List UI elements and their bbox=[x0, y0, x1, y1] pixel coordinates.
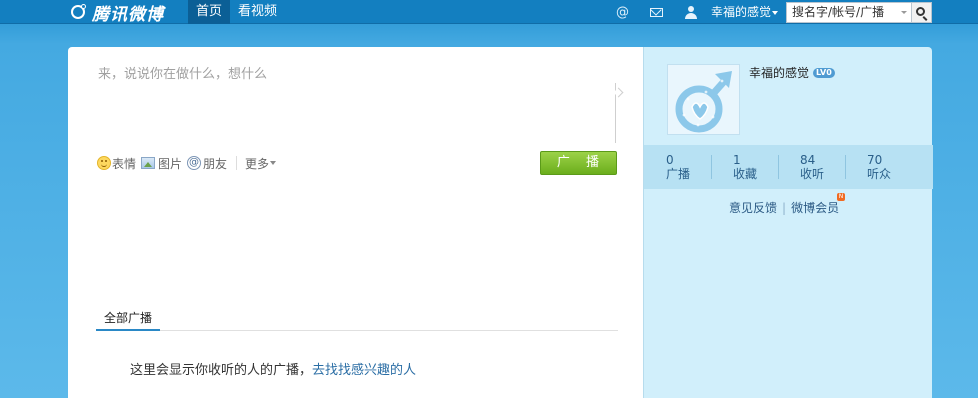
empty-feed-text: 这里会显示你收听的人的广播， bbox=[130, 363, 313, 378]
emotion-label: 表情 bbox=[112, 156, 137, 171]
feedback-link[interactable]: 意见反馈 bbox=[729, 199, 777, 216]
user-icon[interactable] bbox=[680, 0, 701, 24]
username-menu[interactable]: 幸福的感觉 bbox=[711, 0, 779, 24]
divider bbox=[236, 156, 238, 170]
more-label: 更多 bbox=[245, 156, 270, 171]
stat-followers[interactable]: 70 听众 bbox=[845, 145, 933, 189]
stat-favorites[interactable]: 1 收藏 bbox=[711, 145, 778, 189]
nav-watch-video[interactable]: 看视频 bbox=[230, 0, 285, 24]
compose-placeholder: 来，说说你在做什么，想什么 bbox=[98, 67, 268, 82]
stat-value: 1 bbox=[733, 153, 741, 167]
username-text: 幸福的感觉 bbox=[711, 5, 772, 19]
picture-tool[interactable]: 图片 bbox=[141, 155, 182, 172]
stat-value: 70 bbox=[867, 153, 883, 167]
empty-feed-message: 这里会显示你收听的人的广播，去找找感兴趣的人 bbox=[130, 359, 416, 378]
stat-value: 84 bbox=[800, 153, 816, 167]
avatar[interactable] bbox=[667, 64, 740, 135]
sidebar-links: 意见反馈 | 微博会员 bbox=[729, 199, 839, 216]
at-icon[interactable]: @ bbox=[612, 0, 633, 24]
friend-tool[interactable]: @ 朋友 bbox=[187, 155, 227, 172]
find-people-link[interactable]: 去找找感兴趣的人 bbox=[312, 363, 416, 378]
weibo-logo-icon bbox=[70, 3, 90, 21]
weibo-member-link[interactable]: 微博会员 bbox=[791, 199, 839, 216]
stat-following[interactable]: 84 收听 bbox=[778, 145, 845, 189]
compose-textarea[interactable]: 来，说说你在做什么，想什么 bbox=[98, 63, 618, 128]
search-scope-dropdown-icon[interactable] bbox=[901, 11, 907, 14]
main-content: 来，说说你在做什么，想什么 表情 图片 @ 朋友 更多 广 播 全部广播 这里会… bbox=[68, 47, 643, 398]
chevron-down-icon bbox=[772, 10, 779, 15]
chevron-down-icon bbox=[270, 161, 277, 165]
new-badge: N bbox=[837, 193, 845, 201]
mention-icon: @ bbox=[187, 156, 202, 170]
more-tools-button[interactable]: 更多 bbox=[245, 155, 277, 172]
stat-label: 收听 bbox=[800, 167, 825, 181]
compose-toolbar: 表情 图片 @ 朋友 更多 bbox=[97, 155, 281, 171]
main-nav: 首页 看视频 bbox=[188, 0, 285, 24]
profile-name[interactable]: 幸福的感觉 LV0 bbox=[749, 64, 835, 81]
link-divider: | bbox=[782, 200, 787, 215]
picture-label: 图片 bbox=[158, 156, 183, 171]
logo-text: 腾讯微博 bbox=[92, 4, 164, 25]
search-icon bbox=[916, 7, 925, 16]
stat-label: 收藏 bbox=[733, 167, 758, 181]
broadcast-button[interactable]: 广 播 bbox=[540, 151, 617, 175]
mail-icon[interactable] bbox=[646, 0, 667, 24]
emotion-tool[interactable]: 表情 bbox=[97, 155, 136, 172]
avatar-image bbox=[668, 65, 739, 134]
search-button[interactable] bbox=[912, 2, 932, 23]
top-icons: @ bbox=[612, 0, 714, 24]
level-badge[interactable]: LV0 bbox=[813, 67, 835, 78]
stat-label: 听众 bbox=[867, 167, 892, 181]
nav-home[interactable]: 首页 bbox=[188, 0, 231, 24]
profile-sidebar: 幸福的感觉 LV0 0 广播 1 收藏 84 收听 70 听众 意见反馈 | 微… bbox=[643, 47, 933, 398]
compose-counter-corner bbox=[615, 83, 616, 143]
profile-name-text: 幸福的感觉 bbox=[749, 66, 810, 80]
top-navigation-bar: 腾讯微博 首页 看视频 @ 幸福的感觉 搜名字/帐号/广播 bbox=[0, 0, 978, 25]
search-input-text: 搜名字/帐号/广播 bbox=[792, 5, 885, 19]
image-icon bbox=[141, 157, 156, 169]
tab-all-broadcasts[interactable]: 全部广播 bbox=[96, 309, 161, 331]
stat-broadcasts[interactable]: 0 广播 bbox=[644, 145, 711, 189]
feed-tabs: 全部广播 bbox=[96, 305, 618, 331]
profile-stats: 0 广播 1 收藏 84 收听 70 听众 bbox=[644, 145, 933, 189]
search-box: 搜名字/帐号/广播 bbox=[786, 2, 932, 23]
friend-label: 朋友 bbox=[203, 156, 228, 171]
stat-value: 0 bbox=[666, 153, 674, 167]
search-input[interactable]: 搜名字/帐号/广播 bbox=[786, 2, 912, 23]
smiley-icon bbox=[97, 156, 111, 170]
tencent-weibo-logo[interactable]: 腾讯微博 bbox=[70, 1, 164, 25]
stat-label: 广播 bbox=[666, 167, 691, 181]
